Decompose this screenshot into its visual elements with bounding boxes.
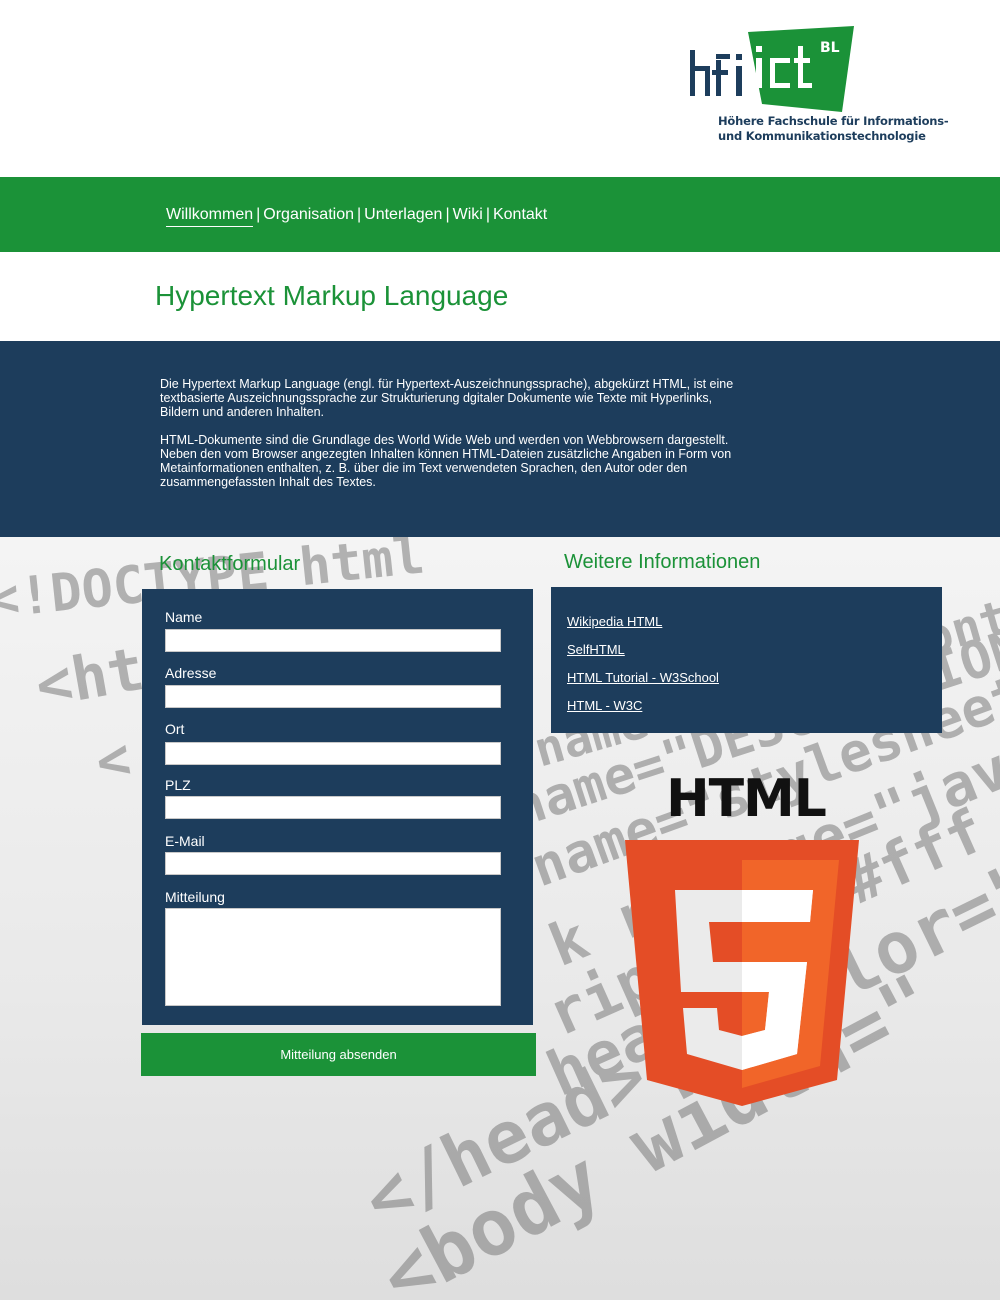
content-area: <!DOCTYPE html <html> < name="TITLE" con… — [0, 537, 1000, 1300]
logo-subtitle-line-2: und Kommunikationstechnologie — [718, 129, 926, 143]
zip-label: PLZ — [165, 777, 191, 793]
nav-separator: | — [256, 206, 261, 223]
intro-paragraph-1: Die Hypertext Markup Language (engl. für… — [160, 377, 734, 419]
city-label: Ort — [165, 721, 185, 737]
email-input[interactable] — [165, 852, 501, 875]
info-title: Weitere Informationen — [564, 551, 761, 573]
message-textarea[interactable] — [165, 908, 501, 1006]
info-link-item: Wikipedia HTML — [567, 613, 719, 641]
nav-item-wiki[interactable]: Wiki — [453, 206, 483, 223]
nav-item-willkommen[interactable]: Willkommen — [166, 206, 254, 227]
logo-subtitle-line-1: Höhere Fachschule für Informations- — [718, 114, 949, 128]
html5-logo-word: HTML — [666, 769, 827, 829]
main-navigation: Willkommen | Organisation | Unterlagen | Wiki |… — [0, 177, 1000, 252]
school-logo[interactable]: BL Höhere Fachschule für Informations- u… — [688, 24, 949, 149]
contact-form: Name Adresse Ort PLZ E-Mail Mitteilung — [142, 589, 533, 1025]
nav-separator: | — [357, 206, 362, 223]
name-input[interactable] — [165, 629, 501, 652]
nav-list: Willkommen | Organisation | Unterlagen | Wiki |… — [166, 206, 547, 227]
link-selfhtml[interactable]: SelfHTML — [567, 642, 625, 657]
intro-text: Die Hypertext Markup Language (engl. für… — [160, 377, 740, 503]
info-panel: Wikipedia HTML SelfHTML HTML Tutorial - … — [551, 587, 942, 733]
header: BL Höhere Fachschule für Informations- u… — [0, 0, 1000, 177]
page-title: Hypertext Markup Language — [155, 280, 509, 311]
nav-item-unterlagen[interactable]: Unterlagen — [364, 206, 442, 223]
submit-button[interactable]: Mitteilung absenden — [141, 1033, 536, 1076]
address-input[interactable] — [165, 685, 501, 708]
email-label: E-Mail — [165, 833, 205, 849]
name-label: Name — [165, 609, 203, 625]
info-links-list: Wikipedia HTML SelfHTML HTML Tutorial - … — [567, 613, 719, 725]
nav-item-organisation[interactable]: Organisation — [263, 206, 354, 223]
contact-form-title: Kontaktformular — [159, 553, 301, 575]
nav-separator: | — [485, 206, 490, 223]
hfict-logo-icon: BL — [690, 26, 854, 112]
address-label: Adresse — [165, 665, 217, 681]
html5-shield-icon: 5 — [625, 840, 859, 1106]
nav-item-kontakt[interactable]: Kontakt — [493, 206, 547, 223]
city-input[interactable] — [165, 742, 501, 765]
info-link-item: HTML Tutorial - W3School — [567, 669, 719, 697]
info-link-item: SelfHTML — [567, 641, 719, 669]
message-label: Mitteilung — [165, 889, 225, 905]
logo-badge: BL — [820, 40, 840, 56]
intro-paragraph-2: HTML-Dokumente sind die Grundlage des Wo… — [160, 433, 732, 489]
zip-input[interactable] — [165, 796, 501, 819]
intro-section: Die Hypertext Markup Language (engl. für… — [0, 341, 1000, 537]
link-wikipedia-html[interactable]: Wikipedia HTML — [567, 614, 662, 629]
info-link-item: HTML - W3C — [567, 697, 719, 725]
title-band: Hypertext Markup Language — [0, 252, 1000, 341]
nav-separator: | — [445, 206, 450, 223]
link-w3c[interactable]: HTML - W3C — [567, 698, 642, 713]
logo-subtitle: Höhere Fachschule für Informations- und … — [718, 114, 958, 144]
link-w3school[interactable]: HTML Tutorial - W3School — [567, 670, 719, 685]
svg-text:<: < — [91, 726, 135, 796]
